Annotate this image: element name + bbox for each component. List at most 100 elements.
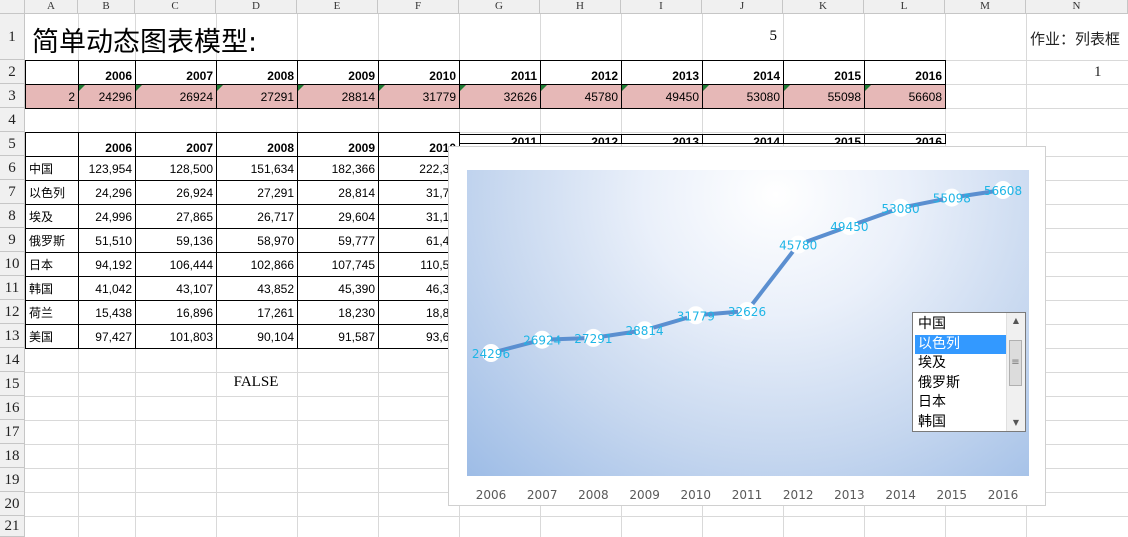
data-cell[interactable]: 58,970 [216,228,298,253]
year-header-2008[interactable]: 2008 [216,60,298,85]
data-cell[interactable]: 51,510 [78,228,136,253]
data-cell[interactable]: 41,042 [78,276,136,301]
year-header-2006[interactable]: 2006 [78,60,136,85]
column-header-k[interactable]: K [783,0,864,14]
data-cell[interactable]: 106,444 [135,252,217,277]
row-header-20[interactable]: 20 [0,492,25,516]
table-year-header-2016[interactable]: 2016 [864,134,946,144]
table-year-header-2011[interactable]: 2011 [459,134,541,144]
year-header-2014[interactable]: 2014 [702,60,784,85]
data-cell[interactable]: 182,366 [297,156,379,181]
data-cell[interactable]: 43,852 [216,276,298,301]
country-cell[interactable]: 中国 [25,156,79,181]
table-year-header-2007[interactable]: 2007 [135,132,217,157]
country-cell[interactable]: 韩国 [25,276,79,301]
data-cell[interactable]: 24,296 [78,180,136,205]
year-header-2009[interactable]: 2009 [297,60,379,85]
year-header-2011[interactable]: 2011 [459,60,541,85]
year-header-2007[interactable]: 2007 [135,60,217,85]
data-cell[interactable]: 26,717 [216,204,298,229]
row-header-13[interactable]: 13 [0,324,25,348]
data-cell[interactable]: 59,136 [135,228,217,253]
data-cell[interactable]: 16,896 [135,300,217,325]
year-header-2015[interactable]: 2015 [783,60,865,85]
data-cell[interactable]: 15,438 [78,300,136,325]
row-header-19[interactable]: 19 [0,468,25,492]
year-header-2010[interactable]: 2010 [378,60,460,85]
selected-value-2006[interactable]: 24296 [78,84,136,109]
column-header-i[interactable]: I [621,0,702,14]
country-cell[interactable]: 以色列 [25,180,79,205]
column-header-f[interactable]: F [378,0,459,14]
column-header-h[interactable]: H [540,0,621,14]
row-header-17[interactable]: 17 [0,420,25,444]
row-header-2[interactable]: 2 [0,60,25,84]
year-header-2013[interactable]: 2013 [621,60,703,85]
selected-value-2011[interactable]: 32626 [459,84,541,109]
row-header-14[interactable]: 14 [0,348,25,372]
row-header-6[interactable]: 6 [0,156,25,180]
data-cell[interactable]: 43,107 [135,276,217,301]
selected-value-2014[interactable]: 53080 [702,84,784,109]
cell-a5[interactable] [25,132,79,157]
selected-value-2009[interactable]: 28814 [297,84,379,109]
table-year-header-2009[interactable]: 2009 [297,132,379,157]
selected-value-2010[interactable]: 31779 [378,84,460,109]
country-cell[interactable]: 荷兰 [25,300,79,325]
data-cell[interactable]: 90,104 [216,324,298,349]
selected-value-2012[interactable]: 45780 [540,84,622,109]
selected-value-2013[interactable]: 49450 [621,84,703,109]
country-cell[interactable]: 埃及 [25,204,79,229]
listbox-item[interactable]: 韩国 [915,413,1009,432]
selected-index-cell[interactable]: 2 [25,84,79,109]
year-header-2012[interactable]: 2012 [540,60,622,85]
country-cell[interactable]: 美国 [25,324,79,349]
data-cell[interactable]: 151,634 [216,156,298,181]
scroll-down-arrow-icon[interactable]: ▼ [1007,415,1025,431]
row-header-21[interactable]: 21 [0,516,25,537]
scroll-thumb[interactable]: ≡ [1009,340,1022,386]
cell-n2-value[interactable]: 1 [1094,64,1102,81]
row-header-10[interactable]: 10 [0,252,25,276]
row-header-1[interactable]: 1 [0,14,25,60]
data-cell[interactable]: 59,777 [297,228,379,253]
table-year-header-2012[interactable]: 2012 [540,134,622,144]
table-year-header-2008[interactable]: 2008 [216,132,298,157]
column-header-b[interactable]: B [78,0,135,14]
data-cell[interactable]: 24,996 [78,204,136,229]
row-header-11[interactable]: 11 [0,276,25,300]
column-header-j[interactable]: J [702,0,783,14]
data-cell[interactable]: 102,866 [216,252,298,277]
cell-j1-value[interactable]: 5 [702,28,782,50]
column-header-g[interactable]: G [459,0,540,14]
column-header-e[interactable]: E [297,0,378,14]
country-cell[interactable]: 俄罗斯 [25,228,79,253]
data-cell[interactable]: 107,745 [297,252,379,277]
data-cell[interactable]: 97,427 [78,324,136,349]
listbox-item[interactable]: 以色列 [915,334,1009,354]
row-header-7[interactable]: 7 [0,180,25,204]
data-cell[interactable]: 45,390 [297,276,379,301]
select-all-corner[interactable] [0,0,25,14]
cell-false[interactable]: FALSE [216,374,296,396]
table-year-header-2015[interactable]: 2015 [783,134,865,144]
row-header-12[interactable]: 12 [0,300,25,324]
selected-value-2015[interactable]: 55098 [783,84,865,109]
row-header-16[interactable]: 16 [0,396,25,420]
listbox-item[interactable]: 俄罗斯 [915,374,1009,393]
column-header-a[interactable]: A [25,0,78,14]
data-cell[interactable]: 27,865 [135,204,217,229]
country-cell[interactable]: 日本 [25,252,79,277]
listbox-item[interactable]: 中国 [915,315,1009,334]
listbox-item[interactable]: 日本 [915,393,1009,412]
listbox-item[interactable]: 埃及 [915,354,1009,373]
row-header-3[interactable]: 3 [0,84,25,108]
data-cell[interactable]: 28,814 [297,180,379,205]
column-header-n[interactable]: N [1026,0,1128,14]
table-year-header-2006[interactable]: 2006 [78,132,136,157]
data-cell[interactable]: 94,192 [78,252,136,277]
data-cell[interactable]: 26,924 [135,180,217,205]
column-header-d[interactable]: D [216,0,297,14]
table-year-header-2014[interactable]: 2014 [702,134,784,144]
row-header-9[interactable]: 9 [0,228,25,252]
